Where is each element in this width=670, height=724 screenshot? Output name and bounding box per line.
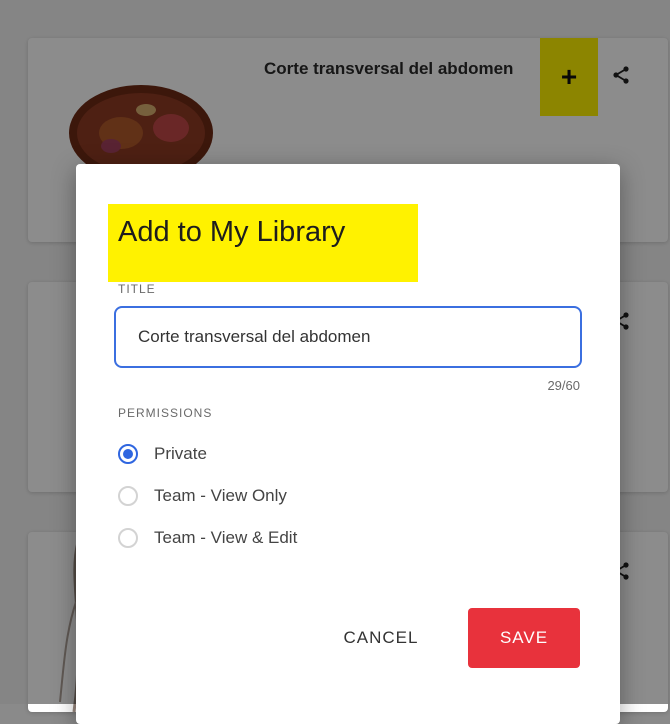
permission-team-view-only-option[interactable]: Team - View Only <box>118 482 287 510</box>
option-label: Team - View & Edit <box>154 528 298 547</box>
option-label: Team - View Only <box>154 486 287 505</box>
radio-button-selected[interactable] <box>118 444 138 464</box>
dialog-title: Add to My Library <box>108 204 418 282</box>
radio-button[interactable] <box>118 486 138 506</box>
title-input[interactable] <box>114 306 582 368</box>
option-label: Private <box>154 444 207 463</box>
character-count: 29/60 <box>547 378 580 393</box>
permission-private-option[interactable]: Private <box>118 440 207 468</box>
permission-team-view-edit-option[interactable]: Team - View & Edit <box>118 524 297 552</box>
add-to-library-dialog: Add to My Library TITLE 29/60 PERMISSION… <box>76 164 620 724</box>
title-field-label: TITLE <box>118 282 156 296</box>
radio-button[interactable] <box>118 528 138 548</box>
cancel-button[interactable]: CANCEL <box>326 614 436 662</box>
save-button[interactable]: SAVE <box>468 608 580 668</box>
permissions-label: PERMISSIONS <box>118 406 213 420</box>
